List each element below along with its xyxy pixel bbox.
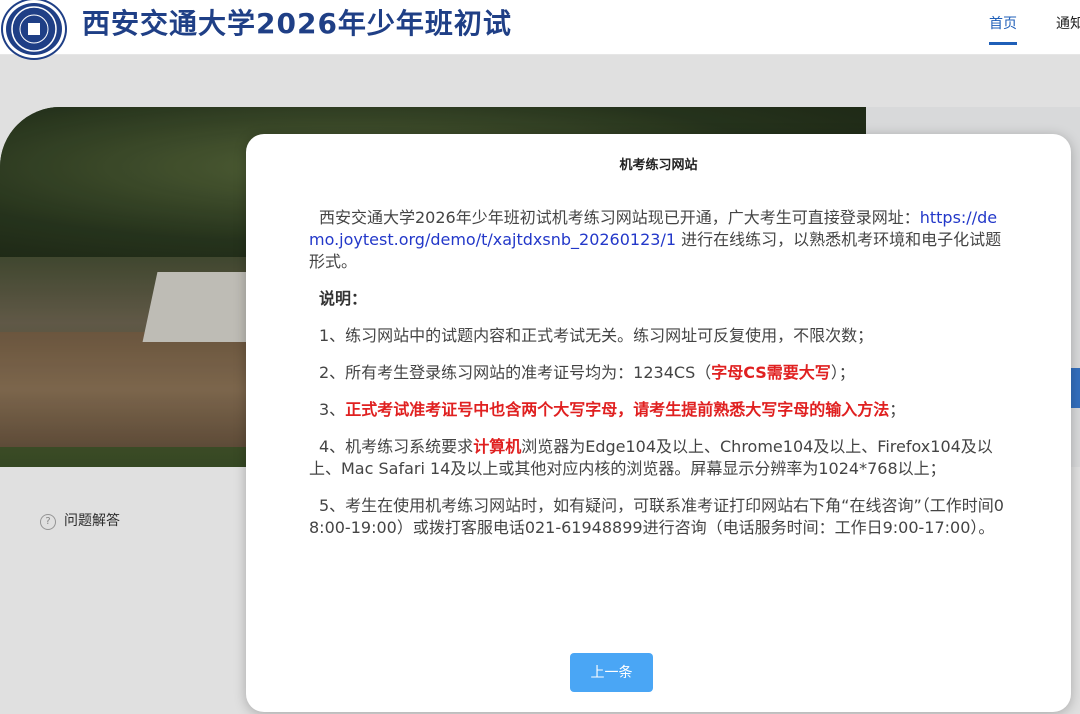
intro-text: 西安交通大学2026年少年班初试机考练习网站现已开通，广大考生可直接登录网址： bbox=[319, 208, 920, 227]
modal-body: 西安交通大学2026年少年班初试机考练习网站现已开通，广大考生可直接登录网址：h… bbox=[309, 207, 1011, 554]
note-item-2-tail: ）； bbox=[830, 363, 855, 382]
note-item-3-warning: 正式考试准考证号中也含两个大写字母，请考生提前熟悉大写字母的输入方法 bbox=[345, 400, 890, 419]
nav-notice[interactable]: 通知 bbox=[1056, 14, 1080, 34]
note-item-4-warning: 计算机 bbox=[473, 437, 522, 456]
nav-home[interactable]: 首页 bbox=[989, 14, 1017, 45]
previous-button[interactable]: 上一条 bbox=[570, 653, 653, 692]
note-item-2-text: 2、所有考生登录练习网站的准考证号均为：1234CS（ bbox=[319, 363, 712, 382]
note-item-4: 4、机考练习系统要求计算机浏览器为Edge104及以上、Chrome104及以上… bbox=[309, 436, 1011, 480]
note-item-2-warning: 字母CS需要大写 bbox=[711, 363, 831, 382]
note-item-3: 3、正式考试准考证号中也含两个大写字母，请考生提前熟悉大写字母的输入方法； bbox=[309, 399, 1011, 421]
university-logo-icon[interactable] bbox=[3, 0, 65, 58]
site-header: 西安交通大学2026年少年班初试 首页 通知 bbox=[0, 0, 1080, 58]
note-item-5: 5、考生在使用机考练习网站时，如有疑问，可联系准考证打印网站右下角“在线咨询”（… bbox=[309, 496, 1004, 537]
modal-title: 机考练习网站 bbox=[619, 158, 698, 173]
note-item-4-text: 4、机考练习系统要求 bbox=[319, 437, 474, 456]
note-item-2: 2、所有考生登录练习网站的准考证号均为：1234CS（字母CS需要大写）； bbox=[309, 362, 1011, 384]
site-title: 西安交通大学2026年少年班初试 bbox=[82, 7, 512, 40]
note-item-3-tail: ； bbox=[889, 400, 906, 419]
intro-paragraph: 西安交通大学2026年少年班初试机考练习网站现已开通，广大考生可直接登录网址：h… bbox=[309, 207, 1011, 273]
notes-heading: 说明： bbox=[319, 289, 368, 308]
note-item-1: 1、练习网站中的试题内容和正式考试无关。练习网址可反复使用，不限次数； bbox=[319, 326, 874, 345]
notice-modal: 机考练习网站 西安交通大学2026年少年班初试机考练习网站现已开通，广大考生可直… bbox=[246, 134, 1071, 712]
note-item-3-prefix: 3、 bbox=[319, 400, 346, 419]
